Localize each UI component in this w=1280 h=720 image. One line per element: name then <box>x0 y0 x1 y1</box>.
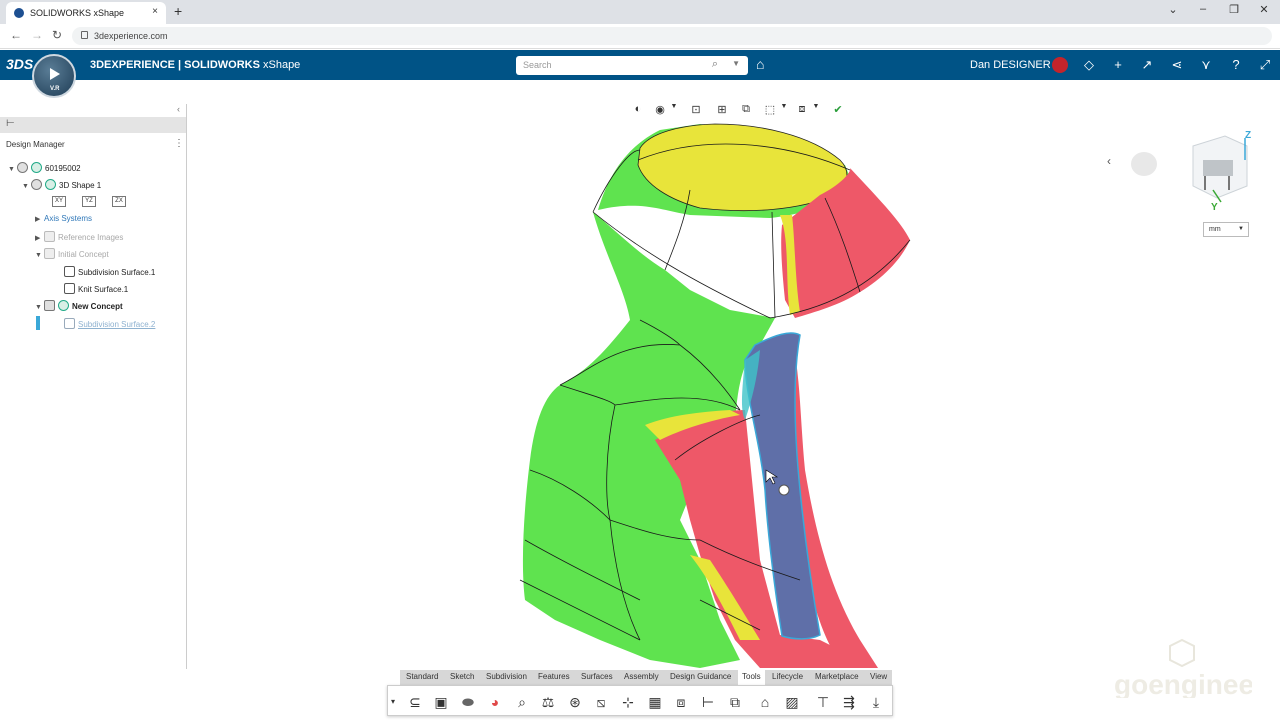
chevron-down-icon[interactable]: ▼ <box>776 103 792 110</box>
tab-view[interactable]: View <box>870 672 887 681</box>
tab-tools[interactable]: Tools <box>738 670 765 685</box>
color-wheel-icon[interactable]: ◕ <box>485 692 505 712</box>
fit-all-icon[interactable]: ⊡ <box>688 103 704 116</box>
filter-icon[interactable]: ⊤ <box>813 692 833 712</box>
units-select[interactable]: mm ▼ <box>1203 222 1249 237</box>
check-icon[interactable]: ✔ <box>830 103 846 116</box>
balance-icon[interactable]: ⚖ <box>538 692 558 712</box>
chevron-down-icon[interactable]: ▼ <box>666 103 682 110</box>
group-icon[interactable]: ⧉ <box>725 692 745 712</box>
tab-assembly[interactable]: Assembly <box>624 672 659 681</box>
tab-features[interactable]: Features <box>538 672 570 681</box>
tab-lifecycle[interactable]: Lifecycle <box>772 672 803 681</box>
image-compare-icon[interactable]: ▨ <box>782 692 802 712</box>
inspect-icon[interactable]: ⊛ <box>565 692 585 712</box>
material-icon[interactable]: ⬬ <box>458 692 478 712</box>
svg-text:goengineer: goengineer <box>1114 669 1252 698</box>
image-icon[interactable]: ▣ <box>431 692 451 712</box>
play-icon <box>50 68 60 80</box>
axis-y-label: Y <box>1211 202 1218 213</box>
chevron-left-icon[interactable]: ‹ <box>1107 154 1111 168</box>
compass-label: V.R <box>50 86 60 92</box>
chevron-down-icon: ▼ <box>1238 226 1244 232</box>
measure-icon[interactable]: ⌕ <box>512 692 532 712</box>
action-bar: ▾ ⊆ ▣ ⬬ ◕ ⌕ ⚖ ⊛ ⧅ ⊹ ▦ ⧈ ⊢ ⧉ ⌂ ▨ ⊤ ⇶ ⤓ <box>387 685 893 716</box>
chevron-down-icon[interactable]: ▼ <box>808 103 824 110</box>
chevron-down-icon[interactable]: ▾ <box>388 692 398 712</box>
manipulator-handle <box>778 484 790 496</box>
home-view-icon[interactable]: ⌂ <box>755 692 775 712</box>
navigation-cube[interactable]: Z Y <box>1185 128 1255 213</box>
render-style-icon[interactable]: ◐ <box>630 103 646 115</box>
tab-marketplace[interactable]: Marketplace <box>815 672 859 681</box>
plane-tool-icon[interactable]: ⧈ <box>671 692 691 712</box>
transfer-icon[interactable]: ⇶ <box>839 692 859 712</box>
zoom-area-icon[interactable]: ⊞ <box>714 103 730 116</box>
export-icon[interactable]: ⤓ <box>866 692 886 712</box>
axis-z-label: Z <box>1245 130 1251 141</box>
compass-icon[interactable]: V.R <box>32 54 76 98</box>
axis-icon[interactable]: ⊹ <box>618 692 638 712</box>
tab-surfaces[interactable]: Surfaces <box>581 672 613 681</box>
tab-standard[interactable]: Standard <box>406 672 438 681</box>
tab-subdivision[interactable]: Subdivision <box>486 672 527 681</box>
point-tool-icon[interactable]: ⊢ <box>698 692 718 712</box>
section-icon[interactable]: ⧉ <box>738 103 754 116</box>
view-cube-button[interactable] <box>1131 152 1157 176</box>
command-tabs: Standard Sketch Subdivision Features Sur… <box>400 670 892 685</box>
pattern-icon[interactable]: ▦ <box>645 692 665 712</box>
goengineer-watermark: goengineer <box>1114 638 1252 698</box>
lasso-icon[interactable]: ⊆ <box>405 692 425 712</box>
units-value: mm <box>1209 226 1221 233</box>
analysis-icon[interactable]: ⧅ <box>591 692 611 712</box>
tab-sketch[interactable]: Sketch <box>450 672 474 681</box>
tab-design-guidance[interactable]: Design Guidance <box>670 672 731 681</box>
